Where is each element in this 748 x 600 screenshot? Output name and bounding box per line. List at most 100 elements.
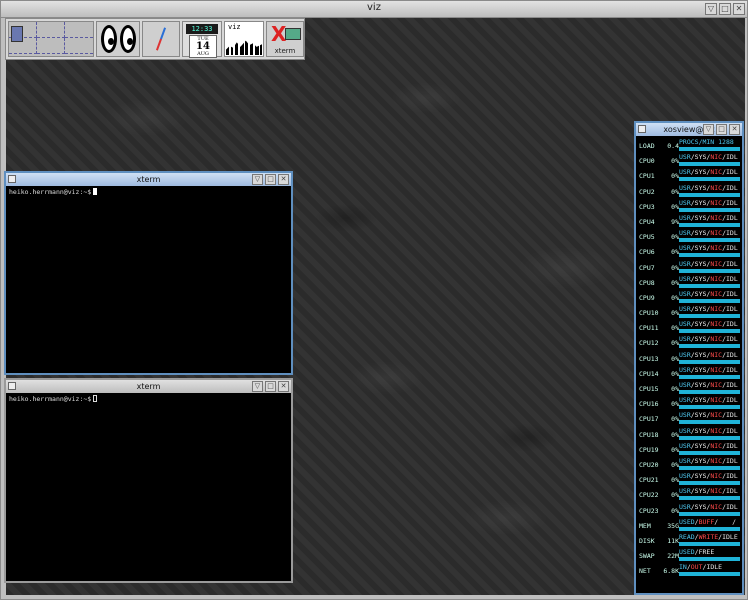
xeyes-applet[interactable]: [96, 21, 140, 57]
minimize-icon[interactable]: ▽: [252, 174, 263, 185]
meter-cpu: CPU14 0% USR/SYS/NIC/IDL: [637, 366, 741, 381]
legend-usr: USR: [679, 153, 691, 162]
legend-sys: SYS: [694, 183, 707, 192]
clock-applet[interactable]: 12:33 TUE 14 AUG: [182, 21, 222, 58]
meter-name: CPU8: [639, 278, 655, 287]
close-icon[interactable]: ✕: [733, 3, 745, 15]
maximize-icon[interactable]: □: [719, 3, 731, 15]
legend-sys: SYS: [694, 244, 707, 253]
maximize-icon[interactable]: □: [265, 381, 276, 392]
meter-legend: USR/SYS/NIC/IDL: [679, 487, 738, 496]
legend-idle: IDLE: [706, 563, 723, 572]
xterm-launcher-label: xterm: [274, 47, 296, 55]
meter-mem: MEM 35G USED/BUFF//: [637, 518, 741, 533]
meter-name: MEM: [639, 521, 651, 530]
legend-sys: SYS: [694, 168, 707, 177]
legend-usr: USR: [679, 274, 691, 283]
terminal-area[interactable]: heiko.herrmann@viz:~$: [6, 186, 291, 373]
meter-disk: DISK 11K READ/WRITE/IDLE: [637, 533, 741, 548]
meter-bar: [679, 344, 740, 349]
xterm-titlebar[interactable]: xterm ▽ □ ✕: [6, 380, 291, 393]
meter-name: CPU2: [639, 187, 655, 196]
meter-value: 0%: [671, 278, 679, 287]
meter-value: 0%: [671, 248, 679, 257]
xosview-window-buttons: ▽ □ ✕: [703, 124, 740, 135]
pager-desk-1[interactable]: [9, 22, 37, 42]
pager-desk-3[interactable]: [65, 22, 93, 38]
pager-desk-5[interactable]: [37, 38, 65, 54]
meter-bar: [679, 374, 740, 379]
meter-value: 0%: [671, 293, 679, 302]
meter-legend: USED/FREE: [679, 548, 715, 557]
meter-value: 0%: [671, 202, 679, 211]
legend-usr: USR: [679, 198, 691, 207]
legend-usr: USR: [679, 381, 691, 389]
legend-usr: USR: [679, 320, 691, 329]
meter-bar: [679, 177, 740, 182]
meter-bar: [679, 238, 740, 243]
legend-idle: IDL: [726, 487, 738, 496]
legend-sys: SYS: [694, 305, 707, 314]
calendar-icon: TUE 14 AUG: [189, 35, 217, 58]
meter-cpu: CPU23 0% USR/SYS/NIC/IDL: [637, 503, 741, 518]
legend-sys: SYS: [694, 396, 707, 405]
meter-cpu: CPU20 0% USR/SYS/NIC/IDL: [637, 457, 741, 472]
legend-nice: NIC: [710, 259, 723, 268]
legend-usr: USR: [679, 472, 691, 481]
close-icon[interactable]: ✕: [278, 174, 289, 185]
meter-load: LOAD 0.4 PROCS/MIN 1288: [637, 138, 741, 153]
meter-name: CPU7: [639, 263, 655, 272]
legend-nice: NIC: [710, 320, 723, 329]
xterm-window-1[interactable]: xterm ▽ □ ✕ heiko.herrmann@viz:~$: [4, 171, 293, 375]
minimize-icon[interactable]: ▽: [703, 124, 714, 135]
close-icon[interactable]: ✕: [278, 381, 289, 392]
meter-swap: SWAP 22M USED/FREE: [637, 548, 741, 563]
compass-applet[interactable]: [142, 21, 180, 57]
close-icon[interactable]: ✕: [729, 124, 740, 135]
meter-value: 0%: [671, 187, 679, 196]
meter-value: 0%: [671, 445, 679, 454]
maximize-icon[interactable]: □: [265, 174, 276, 185]
meter-cpu: CPU6 0% USR/SYS/NIC/IDL: [637, 244, 741, 259]
eye-right-icon: [120, 25, 136, 53]
meter-value: 0%: [671, 172, 679, 181]
legend-sys: SYS: [694, 502, 707, 511]
minimize-icon[interactable]: ▽: [705, 3, 717, 15]
legend-idle: IDL: [726, 289, 738, 298]
minimize-icon[interactable]: ▽: [252, 381, 263, 392]
legend-idle: IDL: [726, 229, 738, 238]
meter-bar: [679, 557, 740, 562]
meter-legend: USR/SYS/NIC/IDL: [679, 213, 738, 222]
shell-prompt: heiko.herrmann@viz:~$: [9, 188, 92, 196]
meter-value: 0%: [671, 415, 679, 424]
legend-nice: NIC: [710, 305, 723, 314]
desktop-pager[interactable]: [8, 21, 94, 57]
meter-bar: [679, 222, 740, 227]
pager-desk-6[interactable]: [65, 38, 93, 54]
meter-value: 35G: [667, 521, 679, 530]
desktop-titlebar[interactable]: viz ▽ □ ✕: [1, 1, 747, 18]
xterm-titlebar[interactable]: xterm ▽ □ ✕: [6, 173, 291, 186]
meter-name: NET: [639, 567, 651, 576]
pager-desk-4[interactable]: [9, 38, 37, 54]
pager-desk-2[interactable]: [37, 22, 65, 38]
legend-nice: NIC: [710, 274, 723, 283]
maximize-icon[interactable]: □: [716, 124, 727, 135]
calendar-day: 14: [196, 41, 210, 52]
xterm-window-2[interactable]: xterm ▽ □ ✕ heiko.herrmann@viz:~$: [4, 378, 293, 583]
load-monitor-applet[interactable]: viz: [224, 21, 264, 57]
legend-write: WRITE: [698, 532, 719, 541]
xterm-launcher-button[interactable]: X xterm: [266, 21, 304, 57]
legend-usr: USR: [679, 213, 691, 222]
legend-usr: USR: [679, 305, 691, 314]
meter-value: 0%: [671, 233, 679, 242]
xosview-window[interactable]: xosview@viz ▽ □ ✕ LOAD 0.4 PROCS/MIN 128…: [634, 121, 744, 595]
meter-value: 22M: [667, 552, 679, 561]
legend-read: READ: [679, 532, 695, 541]
legend-sys: SYS: [694, 259, 707, 268]
meter-legend: USR/SYS/NIC/IDL: [679, 472, 738, 481]
legend-idle: IDLE: [722, 532, 738, 541]
terminal-area[interactable]: heiko.herrmann@viz:~$: [6, 393, 291, 581]
xosview-titlebar[interactable]: xosview@viz ▽ □ ✕: [636, 123, 742, 136]
legend-sys: SYS: [694, 198, 707, 207]
